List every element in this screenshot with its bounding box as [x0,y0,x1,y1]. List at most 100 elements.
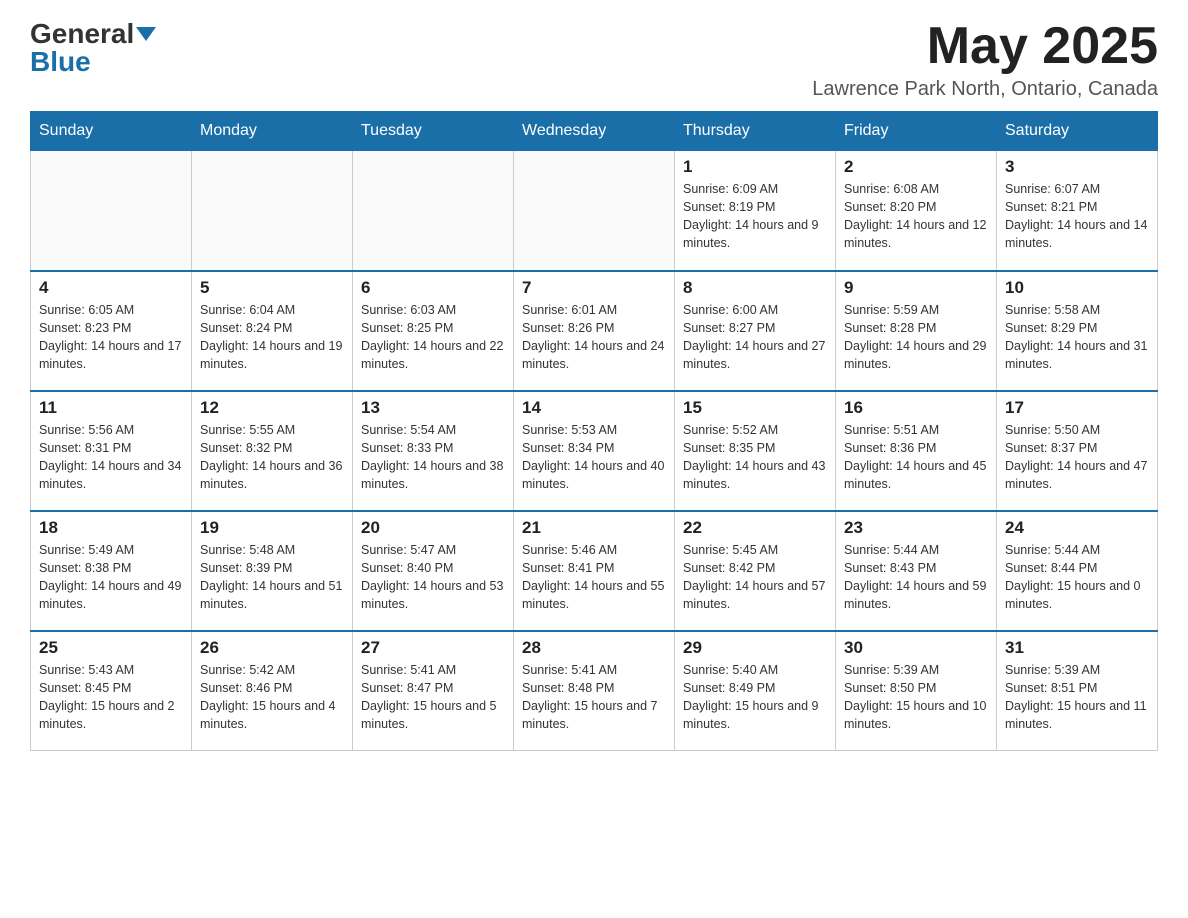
day-info: Sunrise: 5:42 AMSunset: 8:46 PMDaylight:… [200,661,344,734]
day-number: 28 [522,638,666,658]
calendar-cell [31,151,192,271]
day-number: 1 [683,157,827,177]
calendar-cell: 27 Sunrise: 5:41 AMSunset: 8:47 PMDayligh… [353,631,514,751]
day-number: 26 [200,638,344,658]
calendar-header-tuesday: Tuesday [353,112,514,151]
calendar-table: SundayMondayTuesdayWednesdayThursdayFrid… [30,111,1158,751]
calendar-cell: 31Sunrise: 5:39 AMSunset: 8:51 PMDayligh… [997,631,1158,751]
calendar-header-friday: Friday [836,112,997,151]
day-info: Sunrise: 5:44 AMSunset: 8:44 PMDaylight:… [1005,541,1149,614]
day-number: 7 [522,278,666,298]
day-number: 2 [844,157,988,177]
day-info: Sunrise: 5:49 AMSunset: 8:38 PMDaylight:… [39,541,183,614]
page-header: General Blue May 2025 Lawrence Park Nort… [30,20,1158,101]
day-number: 24 [1005,518,1149,538]
day-info: Sunrise: 6:08 AMSunset: 8:20 PMDaylight:… [844,180,988,253]
calendar-cell: 30 Sunrise: 5:39 AMSunset: 8:50 PMDayligh… [836,631,997,751]
day-info: Sunrise: 6:01 AMSunset: 8:26 PMDaylight:… [522,301,666,374]
day-number: 14 [522,398,666,418]
calendar-cell [192,151,353,271]
calendar-cell: 21 Sunrise: 5:46 AMSunset: 8:41 PMDayligh… [514,511,675,631]
calendar-cell: 3 Sunrise: 6:07 AMSunset: 8:21 PMDaylight… [997,151,1158,271]
day-number: 25 [39,638,183,658]
day-info: Sunrise: 5:56 AMSunset: 8:31 PMDaylight:… [39,421,183,494]
logo-triangle-icon [136,27,156,41]
calendar-cell: 9 Sunrise: 5:59 AMSunset: 8:28 PMDaylight… [836,271,997,391]
day-number: 17 [1005,398,1149,418]
day-info: Sunrise: 5:45 AMSunset: 8:42 PMDaylight:… [683,541,827,614]
calendar-cell: 26 Sunrise: 5:42 AMSunset: 8:46 PMDayligh… [192,631,353,751]
day-number: 27 [361,638,505,658]
day-info: Sunrise: 5:43 AMSunset: 8:45 PMDaylight:… [39,661,183,734]
calendar-cell: 13Sunrise: 5:54 AMSunset: 8:33 PMDayligh… [353,391,514,511]
day-info: Sunrise: 5:53 AMSunset: 8:34 PMDaylight:… [522,421,666,494]
day-info: Sunrise: 6:00 AMSunset: 8:27 PMDaylight:… [683,301,827,374]
calendar-cell: 2 Sunrise: 6:08 AMSunset: 8:20 PMDaylight… [836,151,997,271]
day-info: Sunrise: 5:55 AMSunset: 8:32 PMDaylight:… [200,421,344,494]
day-number: 8 [683,278,827,298]
calendar-cell [353,151,514,271]
calendar-cell: 14 Sunrise: 5:53 AMSunset: 8:34 PMDayligh… [514,391,675,511]
day-info: Sunrise: 6:07 AMSunset: 8:21 PMDaylight:… [1005,180,1149,253]
calendar-cell [514,151,675,271]
day-info: Sunrise: 5:48 AMSunset: 8:39 PMDaylight:… [200,541,344,614]
day-info: Sunrise: 5:58 AMSunset: 8:29 PMDaylight:… [1005,301,1149,374]
day-info: Sunrise: 5:39 AMSunset: 8:51 PMDaylight:… [1005,661,1149,734]
calendar-cell: 5Sunrise: 6:04 AMSunset: 8:24 PMDaylight… [192,271,353,391]
day-info: Sunrise: 5:41 AMSunset: 8:47 PMDaylight:… [361,661,505,734]
day-number: 16 [844,398,988,418]
day-info: Sunrise: 5:40 AMSunset: 8:49 PMDaylight:… [683,661,827,734]
day-number: 4 [39,278,183,298]
day-info: Sunrise: 6:03 AMSunset: 8:25 PMDaylight:… [361,301,505,374]
calendar-week-row-2: 4Sunrise: 6:05 AMSunset: 8:23 PMDaylight… [31,271,1158,391]
calendar-cell: 16 Sunrise: 5:51 AMSunset: 8:36 PMDayligh… [836,391,997,511]
day-number: 11 [39,398,183,418]
day-number: 30 [844,638,988,658]
calendar-cell: 1 Sunrise: 6:09 AMSunset: 8:19 PMDaylight… [675,151,836,271]
day-number: 18 [39,518,183,538]
calendar-header-saturday: Saturday [997,112,1158,151]
day-number: 21 [522,518,666,538]
day-number: 15 [683,398,827,418]
day-info: Sunrise: 5:52 AMSunset: 8:35 PMDaylight:… [683,421,827,494]
calendar-header-wednesday: Wednesday [514,112,675,151]
calendar-week-row-3: 11 Sunrise: 5:56 AMSunset: 8:31 PMDayligh… [31,391,1158,511]
day-info: Sunrise: 5:39 AMSunset: 8:50 PMDaylight:… [844,661,988,734]
calendar-week-row-4: 18 Sunrise: 5:49 AMSunset: 8:38 PMDayligh… [31,511,1158,631]
day-info: Sunrise: 6:09 AMSunset: 8:19 PMDaylight:… [683,180,827,253]
day-number: 9 [844,278,988,298]
calendar-cell: 10Sunrise: 5:58 AMSunset: 8:29 PMDayligh… [997,271,1158,391]
logo: General Blue [30,20,156,76]
day-number: 6 [361,278,505,298]
day-number: 22 [683,518,827,538]
calendar-cell: 12Sunrise: 5:55 AMSunset: 8:32 PMDayligh… [192,391,353,511]
calendar-cell: 24 Sunrise: 5:44 AMSunset: 8:44 PMDayligh… [997,511,1158,631]
logo-general-text: General [30,20,134,48]
title-section: May 2025 Lawrence Park North, Ontario, C… [812,20,1158,101]
calendar-cell: 19 Sunrise: 5:48 AMSunset: 8:39 PMDayligh… [192,511,353,631]
day-info: Sunrise: 5:41 AMSunset: 8:48 PMDaylight:… [522,661,666,734]
calendar-cell: 23Sunrise: 5:44 AMSunset: 8:43 PMDayligh… [836,511,997,631]
calendar-cell: 20Sunrise: 5:47 AMSunset: 8:40 PMDayligh… [353,511,514,631]
day-info: Sunrise: 5:47 AMSunset: 8:40 PMDaylight:… [361,541,505,614]
day-number: 13 [361,398,505,418]
calendar-cell: 11 Sunrise: 5:56 AMSunset: 8:31 PMDayligh… [31,391,192,511]
calendar-header-thursday: Thursday [675,112,836,151]
day-info: Sunrise: 5:46 AMSunset: 8:41 PMDaylight:… [522,541,666,614]
day-info: Sunrise: 5:59 AMSunset: 8:28 PMDaylight:… [844,301,988,374]
day-number: 19 [200,518,344,538]
logo-blue-text: Blue [30,48,91,76]
calendar-cell: 4Sunrise: 6:05 AMSunset: 8:23 PMDaylight… [31,271,192,391]
calendar-header-sunday: Sunday [31,112,192,151]
day-info: Sunrise: 5:51 AMSunset: 8:36 PMDaylight:… [844,421,988,494]
calendar-cell: 25 Sunrise: 5:43 AMSunset: 8:45 PMDayligh… [31,631,192,751]
calendar-header-row: SundayMondayTuesdayWednesdayThursdayFrid… [31,112,1158,151]
calendar-week-row-1: 1 Sunrise: 6:09 AMSunset: 8:19 PMDaylight… [31,151,1158,271]
month-title: May 2025 [812,20,1158,72]
day-number: 3 [1005,157,1149,177]
calendar-cell: 17Sunrise: 5:50 AMSunset: 8:37 PMDayligh… [997,391,1158,511]
calendar-cell: 8 Sunrise: 6:00 AMSunset: 8:27 PMDaylight… [675,271,836,391]
calendar-cell: 22 Sunrise: 5:45 AMSunset: 8:42 PMDayligh… [675,511,836,631]
day-number: 23 [844,518,988,538]
calendar-cell: 18 Sunrise: 5:49 AMSunset: 8:38 PMDayligh… [31,511,192,631]
